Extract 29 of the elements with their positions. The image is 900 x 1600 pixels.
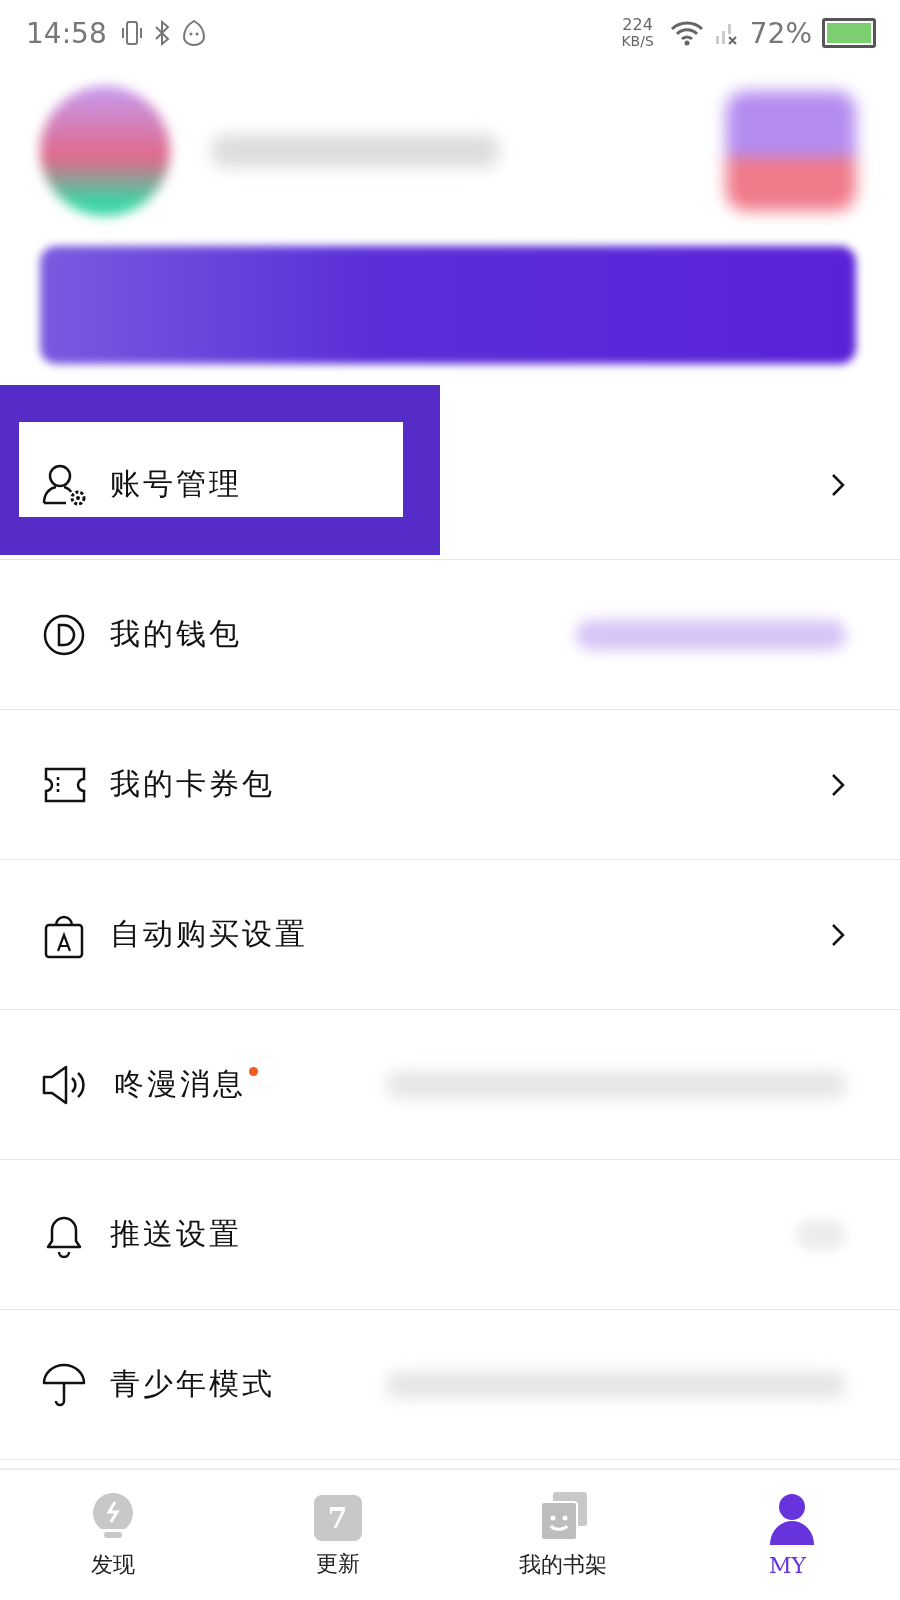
- menu-item[interactable]: 推送设置: [0, 1160, 900, 1310]
- speed-unit: KB/S: [621, 33, 654, 49]
- menu-label: 推送设置: [110, 1215, 242, 1253]
- menu-item[interactable]: 我的钱包: [0, 560, 900, 710]
- menu-label: 自动购买设置: [110, 915, 308, 953]
- battery-icon: [822, 18, 876, 48]
- menu-label: 咚漫消息: [114, 1065, 246, 1103]
- speed-value: 224: [622, 17, 653, 33]
- wifi-icon: [669, 20, 704, 46]
- menu-label: 账号管理: [110, 465, 242, 503]
- nav-tab[interactable]: 我的书架: [450, 1470, 675, 1600]
- bluetooth-icon: [152, 20, 171, 46]
- menu-item[interactable]: 咚漫消息: [0, 1010, 900, 1160]
- chevron-right-icon: [830, 471, 846, 498]
- menu-label: 青少年模式: [110, 1365, 275, 1403]
- menu-item[interactable]: 我的卡券包: [0, 710, 900, 860]
- status-time: 14:58: [26, 16, 107, 50]
- menu-item[interactable]: 自动购买设置: [0, 860, 900, 1010]
- nav-tab[interactable]: MY: [675, 1470, 900, 1600]
- battery-percent: 72%: [749, 16, 812, 50]
- chevron-right-icon: [830, 771, 846, 798]
- mascot-icon: [180, 19, 207, 47]
- chevron-right-icon: [830, 921, 846, 948]
- vibrate-icon: [120, 20, 143, 46]
- menu-item[interactable]: 青少年模式: [0, 1310, 900, 1460]
- menu-label: 我的卡券包: [110, 765, 275, 803]
- menu-item[interactable]: 账号管理: [0, 410, 900, 560]
- menu-label: 我的钱包: [110, 615, 242, 653]
- nav-tab[interactable]: 发现: [0, 1470, 225, 1600]
